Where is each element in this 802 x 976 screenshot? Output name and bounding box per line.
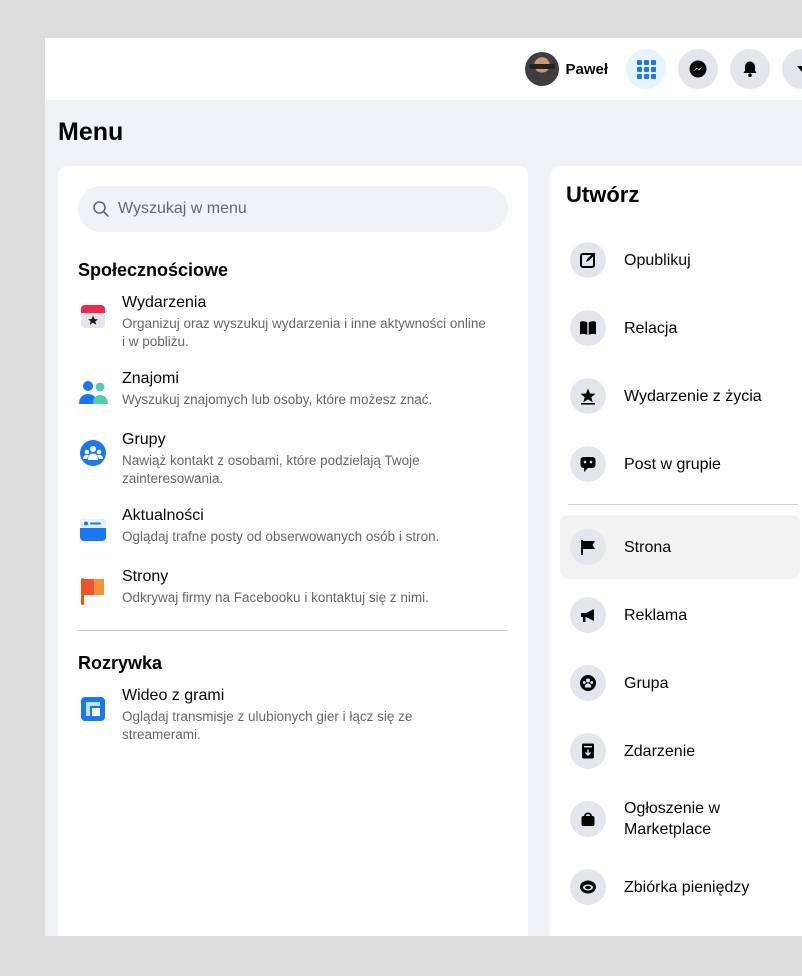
create-story-button[interactable]: Relacja bbox=[560, 296, 800, 360]
menu-item-title: Wideo z grami bbox=[122, 687, 225, 704]
news-feed-icon bbox=[80, 519, 106, 541]
page-title: Menu bbox=[58, 118, 124, 146]
menu-item-news-feed[interactable]: Aktualności Oglądaj trafne posty od obse… bbox=[78, 506, 508, 549]
notifications-button[interactable] bbox=[730, 49, 770, 89]
menu-item-description: Organizuj oraz wyszukuj wydarzenia i inn… bbox=[122, 316, 486, 349]
create-fundraiser-button[interactable]: Zbiórka pieniędzy bbox=[560, 855, 800, 919]
menu-list-panel: Społecznościowe Wydarzenia Organizuj ora… bbox=[58, 166, 528, 936]
event-calendar-icon bbox=[582, 743, 594, 759]
menu-item-title: Aktualności bbox=[122, 507, 204, 524]
menu-item-description: Oglądaj transmisje z ulubionych gier i ł… bbox=[122, 709, 413, 742]
calendar-icon bbox=[81, 305, 105, 328]
book-icon bbox=[580, 321, 596, 335]
create-title: Utwórz bbox=[566, 182, 640, 207]
search-icon bbox=[93, 201, 109, 217]
account-caret-icon bbox=[797, 66, 802, 72]
marketplace-bag-icon bbox=[581, 812, 595, 826]
create-item-label: Grupa bbox=[624, 674, 669, 692]
menu-item-description: Odkrywaj firmy na Facebooku i kontaktuj … bbox=[122, 590, 429, 605]
compose-icon bbox=[580, 252, 596, 268]
page-flag-icon bbox=[581, 540, 595, 555]
search-box[interactable] bbox=[78, 186, 508, 232]
menu-button[interactable] bbox=[626, 49, 666, 89]
create-item-label: Opublikuj bbox=[624, 251, 691, 269]
create-marketplace-listing-button[interactable]: Ogłoszenie w Marketplace bbox=[560, 787, 800, 851]
menu-item-description: Wyszukuj znajomych lub osoby, które może… bbox=[122, 392, 433, 407]
create-post-button[interactable]: Opublikuj bbox=[560, 228, 800, 292]
create-group-post-button[interactable]: Post w grupie bbox=[560, 432, 800, 496]
create-item-label: Strona bbox=[624, 538, 672, 556]
top-navigation-bar: Paweł bbox=[45, 38, 802, 100]
menu-item-description: Oglądaj trafne posty od obserwowanych os… bbox=[122, 529, 440, 544]
menu-item-title: Znajomi bbox=[122, 370, 179, 387]
group-post-icon bbox=[580, 457, 596, 472]
create-item-label: Reklama bbox=[624, 606, 688, 624]
groups-icon bbox=[80, 440, 106, 466]
life-event-star-icon bbox=[580, 388, 596, 405]
menu-item-title: Grupy bbox=[122, 431, 166, 448]
menu-item-gaming-video[interactable]: Wideo z grami Oglądaj transmisje z ulubi… bbox=[78, 686, 508, 744]
create-item-label: Wydarzenie z życia bbox=[624, 387, 762, 405]
create-item-label: Relacja bbox=[624, 319, 678, 337]
menu-item-events[interactable]: Wydarzenia Organizuj oraz wyszukuj wydar… bbox=[78, 293, 508, 351]
facebook-window: Paweł Menu Wyszukaj w menu Społecznościo… bbox=[45, 38, 802, 936]
menu-grid-icon bbox=[636, 59, 656, 79]
create-item-label: Post w grupie bbox=[624, 455, 721, 473]
avatar bbox=[525, 52, 560, 86]
profile-name: Paweł bbox=[565, 60, 608, 78]
profile-shortcut[interactable]: Paweł bbox=[525, 49, 608, 89]
messenger-icon bbox=[689, 60, 707, 78]
menu-item-friends[interactable]: Znajomi Wyszukuj znajomych lub osoby, kt… bbox=[78, 369, 508, 412]
create-group-button[interactable]: Grupa bbox=[560, 651, 800, 715]
megaphone-icon bbox=[581, 609, 594, 622]
menu-item-title: Wydarzenia bbox=[122, 294, 207, 311]
fundraiser-icon bbox=[580, 880, 596, 894]
create-event-button[interactable]: Zdarzenie bbox=[560, 719, 800, 783]
create-page-button[interactable]: Strona bbox=[560, 515, 800, 579]
menu-item-title: Strony bbox=[122, 568, 169, 585]
messenger-button[interactable] bbox=[678, 49, 718, 89]
create-life-event-button[interactable]: Wydarzenie z życia bbox=[560, 364, 800, 428]
menu-item-pages[interactable]: Strony Odkrywaj firmy na Facebooku i kon… bbox=[78, 567, 508, 612]
gaming-video-icon bbox=[81, 697, 105, 721]
group-icon bbox=[580, 675, 596, 691]
create-panel: Utwórz Opublikuj Relacja Wydarzenie z ży… bbox=[550, 166, 802, 936]
create-item-label: Zdarzenie bbox=[624, 742, 696, 760]
menu-item-groups[interactable]: Grupy Nawiąż kontakt z osobami, które po… bbox=[78, 430, 508, 488]
create-divider bbox=[568, 504, 798, 505]
flag-icon bbox=[81, 578, 104, 605]
friends-icon bbox=[79, 381, 108, 404]
create-ad-button[interactable]: Reklama bbox=[560, 583, 800, 647]
search-input[interactable] bbox=[118, 200, 478, 218]
section-divider bbox=[78, 630, 508, 631]
section-title-entertainment: Rozrywka bbox=[78, 653, 163, 673]
create-item-label: Ogłoszenie w Marketplace bbox=[624, 800, 721, 838]
bell-icon bbox=[743, 61, 757, 77]
account-button[interactable] bbox=[782, 49, 802, 89]
section-title-social: Społecznościowe bbox=[78, 260, 229, 280]
menu-item-description: Nawiąż kontakt z osobami, które podziela… bbox=[122, 453, 420, 486]
create-item-label: Zbiórka pieniędzy bbox=[624, 878, 750, 896]
